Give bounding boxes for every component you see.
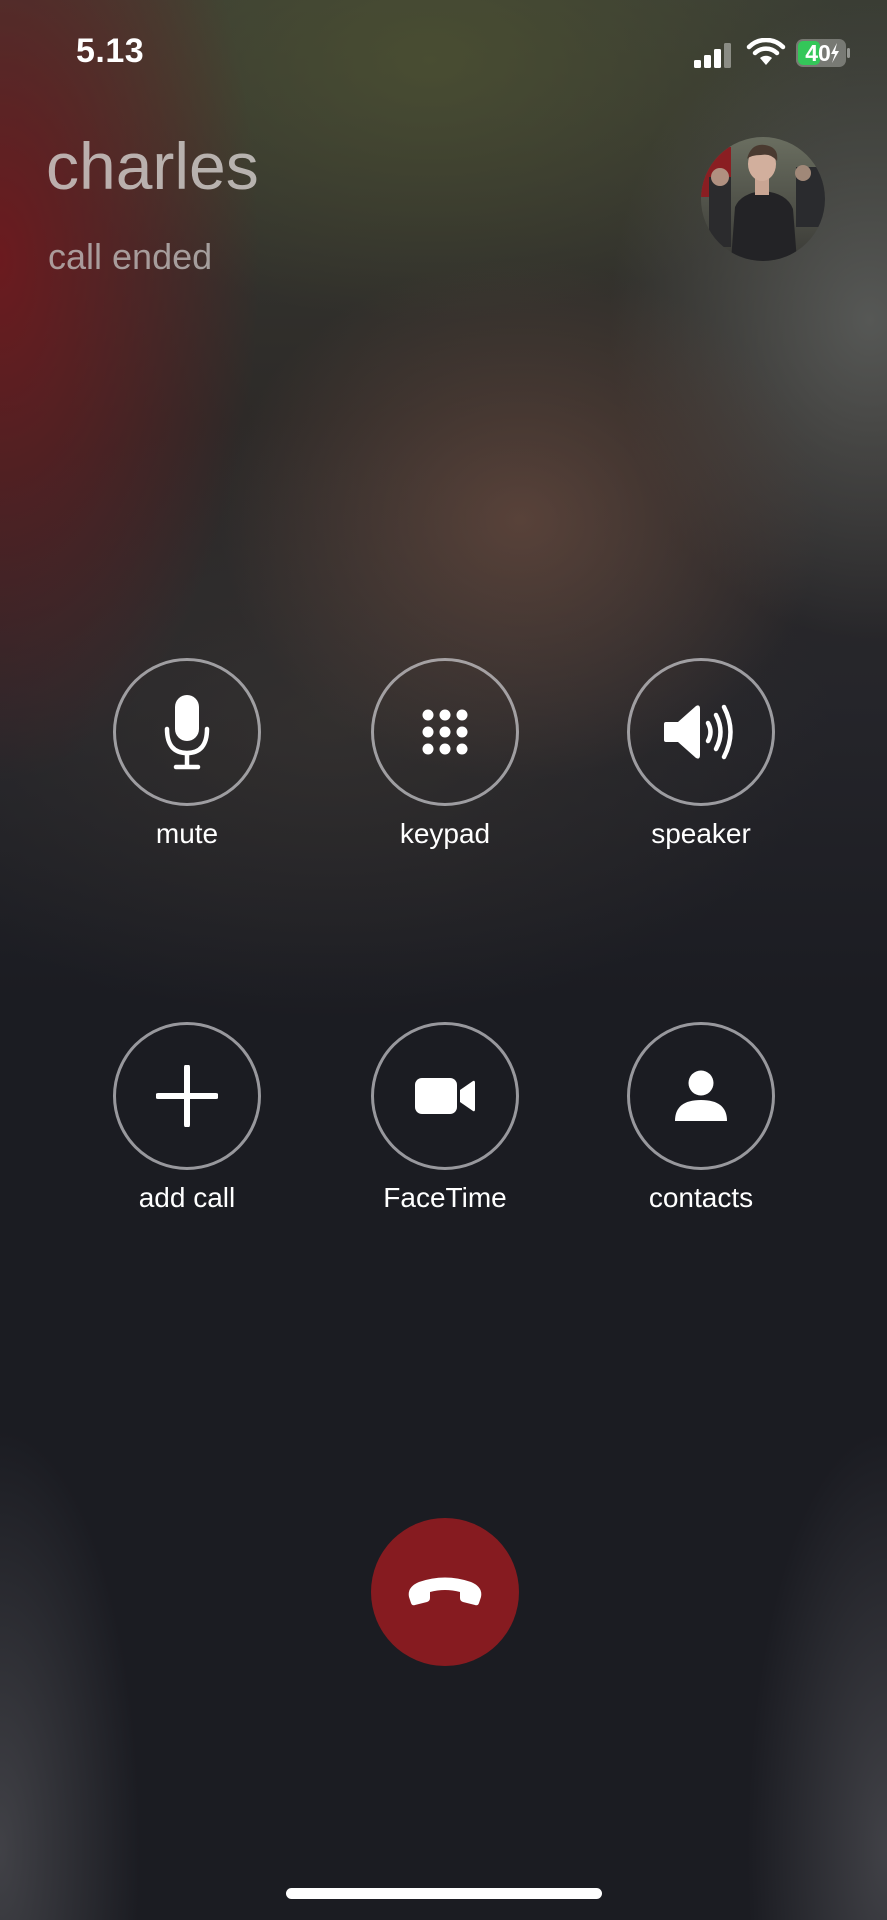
video-camera-icon: [415, 1078, 475, 1114]
facetime-circle[interactable]: [371, 1022, 519, 1170]
speaker-button[interactable]: speaker: [606, 658, 796, 850]
plus-icon: [156, 1065, 218, 1127]
contacts-circle[interactable]: [627, 1022, 775, 1170]
keypad-label: keypad: [399, 818, 491, 849]
avatar[interactable]: [701, 137, 825, 261]
status-time: 5.13: [76, 32, 145, 70]
person-icon: [675, 1070, 727, 1121]
home-indicator[interactable]: [286, 1888, 602, 1899]
keypad-icon: [422, 709, 468, 755]
mute-circle[interactable]: [113, 658, 261, 806]
mute-button[interactable]: mute: [92, 658, 282, 850]
add-call-button[interactable]: add call: [92, 1022, 282, 1214]
caller-name: charles: [46, 129, 259, 203]
speaker-circle[interactable]: [627, 658, 775, 806]
keypad-circle[interactable]: [371, 658, 519, 806]
contacts-button[interactable]: contacts: [606, 1022, 796, 1214]
wifi-icon: [746, 38, 786, 65]
speaker-icon: [664, 704, 733, 760]
add-call-label: add call: [138, 1182, 236, 1213]
keypad-button[interactable]: keypad: [350, 658, 540, 850]
add-call-circle[interactable]: [113, 1022, 261, 1170]
microphone-icon: [164, 695, 210, 770]
status-bar: 5.13 40: [0, 0, 887, 110]
facetime-label: FaceTime: [383, 1182, 507, 1213]
battery-level: 40: [805, 40, 831, 66]
signal-icon: [694, 43, 731, 68]
facetime-button[interactable]: FaceTime: [350, 1022, 540, 1214]
phone-hangup-icon: [408, 1577, 482, 1606]
avatar-photo-icon: [701, 137, 825, 261]
speaker-label: speaker: [651, 818, 751, 849]
contacts-label: contacts: [648, 1182, 754, 1213]
end-call-button[interactable]: [371, 1518, 519, 1666]
call-status: call ended: [48, 236, 213, 277]
mute-label: mute: [155, 818, 219, 849]
